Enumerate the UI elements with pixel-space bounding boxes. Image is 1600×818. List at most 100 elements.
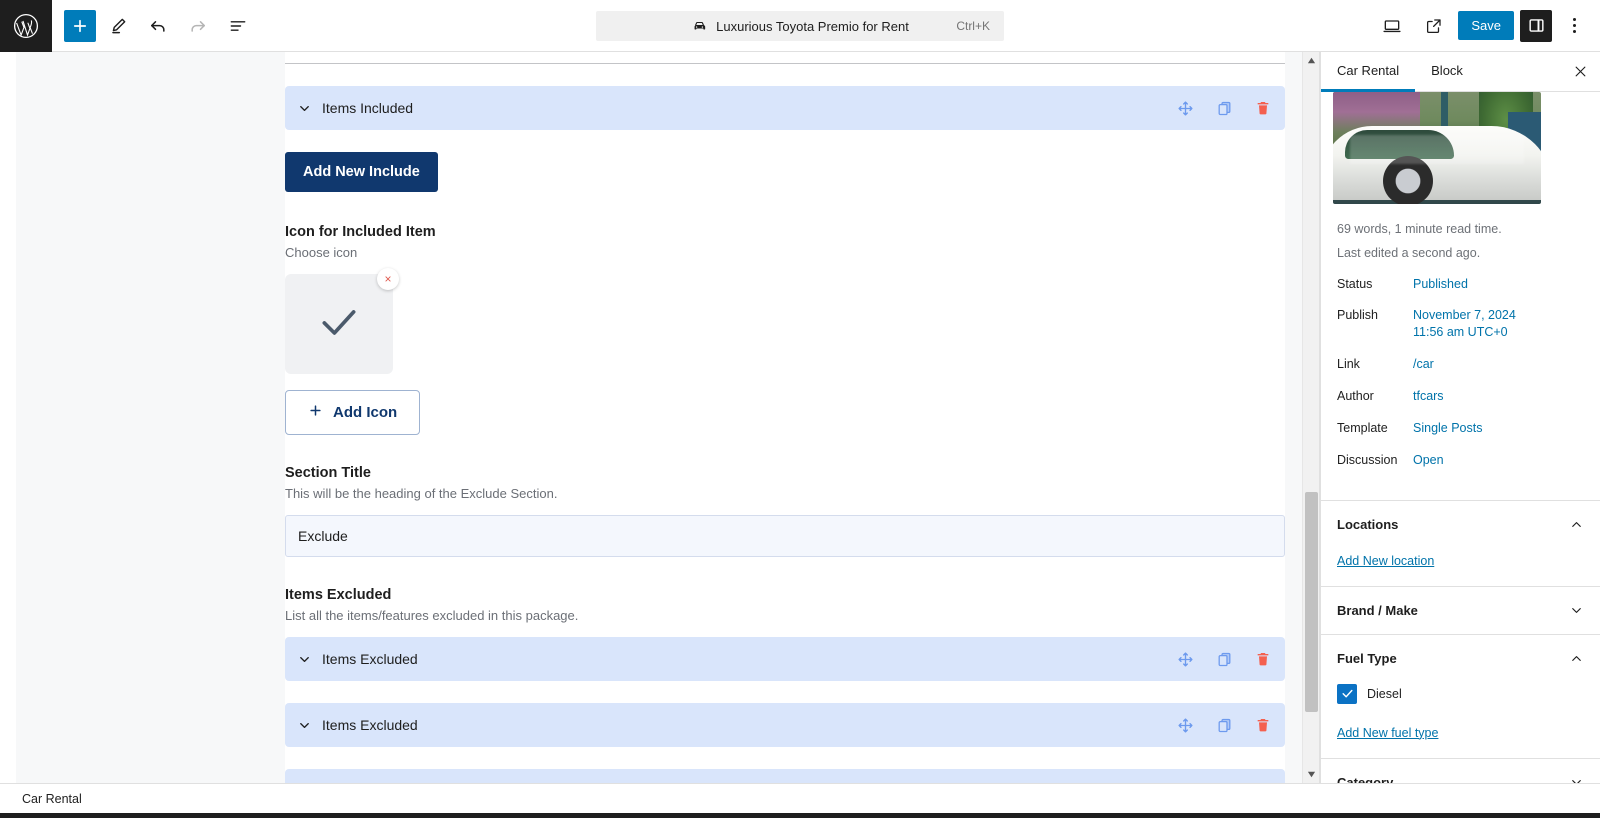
meta-value-link[interactable]: /car	[1413, 356, 1434, 373]
chevron-up-icon[interactable]	[1569, 517, 1584, 532]
meta-row-publish: Publish November 7, 2024 11:56 am UTC+0	[1337, 307, 1584, 341]
editor-frame: Items Included Add New Include Icon for …	[16, 52, 1320, 783]
editor-breadcrumb-bar: Car Rental	[0, 783, 1600, 813]
editor-scroll-region: Items Included Add New Include Icon for …	[16, 52, 1319, 783]
command-bar-shortcut: Ctrl+K	[956, 19, 990, 33]
repeater-row-partially-visible[interactable]	[285, 769, 1285, 783]
command-palette-bar[interactable]: Luxurious Toyota Premio for Rent Ctrl+K	[596, 11, 1004, 41]
meta-key: Link	[1337, 357, 1360, 372]
scroll-down-arrow-icon[interactable]	[1303, 766, 1319, 783]
meta-row-status: Status Published	[1337, 276, 1584, 293]
taxonomy-panel-locations: Locations Add New location	[1321, 499, 1600, 586]
meta-key: Author	[1337, 389, 1374, 403]
icon-field-label: Icon for Included Item	[285, 224, 436, 240]
meta-key: Discussion	[1337, 452, 1398, 467]
repeater-row-items-excluded[interactable]: Items Excluded	[285, 703, 1285, 747]
repeater-row-label: Items Excluded	[322, 717, 418, 733]
move-handle-icon[interactable]	[1177, 651, 1194, 668]
move-handle-icon[interactable]	[1177, 100, 1194, 117]
duplicate-icon[interactable]	[1216, 100, 1233, 117]
chevron-down-icon[interactable]	[1569, 775, 1584, 783]
featured-image-preview[interactable]	[1333, 92, 1541, 204]
add-new-include-button[interactable]: Add New Include	[285, 152, 438, 192]
move-handle-icon[interactable]	[1177, 717, 1194, 734]
icon-field-help: Choose icon	[285, 245, 358, 260]
repeater-row-actions	[1177, 717, 1271, 734]
desktop-preview-icon[interactable]	[1374, 8, 1410, 44]
meta-key: Publish	[1337, 308, 1378, 323]
remove-icon-button[interactable]: ×	[377, 268, 399, 290]
meta-row-template: Template Single Posts	[1337, 420, 1584, 437]
add-icon-label: Add Icon	[333, 404, 398, 421]
wordpress-logo-icon[interactable]	[0, 0, 52, 52]
chevron-down-icon[interactable]	[1569, 603, 1584, 618]
add-new-fuel-type-link[interactable]: Add New fuel type	[1337, 726, 1438, 740]
taxonomy-header-brand-make[interactable]: Brand / Make	[1337, 603, 1584, 618]
repeater-row-items-excluded[interactable]: Items Excluded	[285, 637, 1285, 681]
taxonomy-panel-category: Category	[1321, 757, 1600, 783]
taxonomy-header-category[interactable]: Category	[1337, 775, 1584, 783]
command-bar-title: Luxurious Toyota Premio for Rent	[716, 18, 909, 34]
tools-pencil-icon[interactable]	[100, 8, 136, 44]
chevron-up-icon[interactable]	[1569, 651, 1584, 666]
meta-row-link: Link /car	[1337, 356, 1584, 373]
settings-sidebar-toggle[interactable]	[1520, 9, 1552, 42]
settings-sidebar: Car Rental Block 69 words, 1 minute read…	[1320, 52, 1600, 783]
checkbox-checked-icon[interactable]	[1337, 683, 1357, 704]
add-new-location-link[interactable]: Add New location	[1337, 554, 1434, 568]
tab-car-rental[interactable]: Car Rental	[1321, 52, 1416, 92]
taxonomy-title: Fuel Type	[1337, 650, 1397, 666]
editor-top-toolbar: Luxurious Toyota Premio for Rent Ctrl+K …	[0, 0, 1600, 52]
redo-button[interactable]	[180, 8, 216, 44]
trash-icon[interactable]	[1255, 100, 1271, 116]
taxonomy-header-fuel-type[interactable]: Fuel Type	[1337, 651, 1584, 666]
meta-value-author[interactable]: tfcars	[1413, 388, 1444, 405]
sidebar-scroll-region: 69 words, 1 minute read time. Last edite…	[1321, 92, 1600, 783]
undo-button[interactable]	[140, 8, 176, 44]
editor-scrollbar-thumb[interactable]	[1305, 492, 1318, 712]
duplicate-icon[interactable]	[1216, 717, 1233, 734]
chevron-down-icon[interactable]	[297, 718, 312, 733]
word-count-text: 69 words, 1 minute read time.	[1337, 222, 1502, 236]
plus-icon	[308, 403, 323, 422]
save-button[interactable]: Save	[1458, 11, 1514, 40]
editor-canvas-area: Items Included Add New Include Icon for …	[0, 52, 1320, 783]
chevron-down-icon[interactable]	[297, 101, 312, 116]
window-bottom-edge	[0, 813, 1600, 818]
taxonomy-term-diesel[interactable]: Diesel	[1337, 683, 1584, 704]
repeater-row-label: Items Included	[322, 100, 414, 116]
add-icon-button[interactable]: Add Icon	[285, 390, 421, 435]
meta-value-discussion[interactable]: Open	[1413, 452, 1444, 469]
items-excluded-help: List all the items/features excluded in …	[285, 608, 579, 623]
chevron-down-icon[interactable]	[297, 652, 312, 667]
repeater-row-label: Items Excluded	[322, 651, 418, 667]
last-edited-text: Last edited a second ago.	[1337, 245, 1481, 260]
term-label: Diesel	[1367, 686, 1402, 701]
repeater-row-actions	[1177, 651, 1271, 668]
meta-key: Template	[1337, 420, 1388, 435]
meta-value-template[interactable]: Single Posts	[1413, 420, 1482, 437]
close-icon[interactable]	[1560, 52, 1600, 91]
taxonomy-panel-brand-make: Brand / Make	[1321, 585, 1600, 634]
add-block-button[interactable]	[64, 9, 96, 42]
trash-icon[interactable]	[1255, 717, 1271, 733]
repeater-row-items-included[interactable]: Items Included	[285, 86, 1285, 130]
trash-icon[interactable]	[1255, 651, 1271, 667]
toolbar-left-group	[52, 8, 256, 44]
editor-vertical-scrollbar[interactable]	[1302, 52, 1319, 783]
view-post-external-icon[interactable]	[1416, 8, 1452, 44]
section-title-input[interactable]	[285, 515, 1285, 557]
tab-block[interactable]: Block	[1415, 52, 1479, 92]
selected-icon-tile[interactable]: ×	[285, 268, 399, 374]
kebab-menu-icon[interactable]	[1558, 10, 1590, 42]
meta-value-publish[interactable]: November 7, 2024 11:56 am UTC+0	[1413, 307, 1533, 341]
list-view-button[interactable]	[220, 8, 256, 44]
duplicate-icon[interactable]	[1216, 651, 1233, 668]
scroll-up-arrow-icon[interactable]	[1303, 52, 1319, 69]
taxonomy-header-locations[interactable]: Locations	[1337, 517, 1584, 532]
meta-row-author: Author tfcars	[1337, 388, 1584, 405]
meta-value-status[interactable]: Published	[1413, 276, 1468, 293]
breadcrumb[interactable]: Car Rental	[22, 792, 82, 806]
editor-body: Items Included Add New Include Icon for …	[0, 52, 1600, 783]
meta-key: Status	[1337, 276, 1373, 291]
